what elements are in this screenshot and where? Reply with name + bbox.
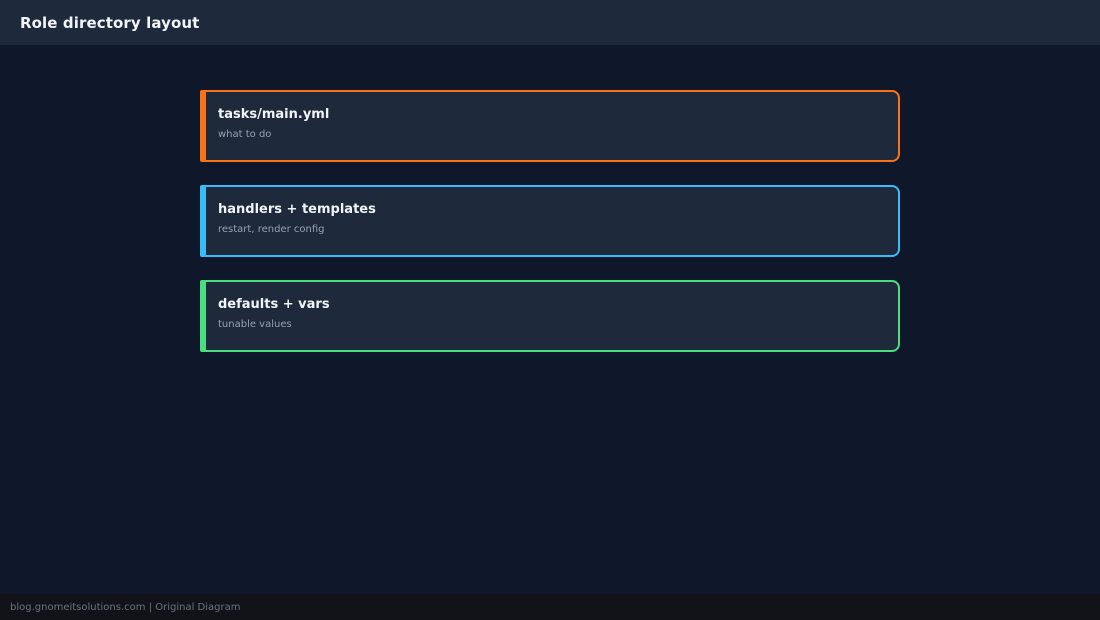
card-title: handlers + templates <box>218 202 376 217</box>
card-defaults-vars: defaults + vars tunable values <box>200 280 900 352</box>
header-bar: Role directory layout <box>0 0 1100 45</box>
page: Role directory layout tasks/main.yml wha… <box>0 0 1100 620</box>
card-description: what to do <box>218 129 272 140</box>
card-handlers-templates: handlers + templates restart, render con… <box>200 185 900 257</box>
card-title: defaults + vars <box>218 297 330 312</box>
card-title: tasks/main.yml <box>218 107 330 122</box>
card-description: tunable values <box>218 319 292 330</box>
page-title: Role directory layout <box>20 13 200 32</box>
card-description: restart, render config <box>218 224 325 235</box>
footer-credit: blog.gnomeitsolutions.com | Original Dia… <box>10 601 241 613</box>
role-directory-list: tasks/main.yml what to do handlers + tem… <box>200 90 900 375</box>
footer-bar: blog.gnomeitsolutions.com | Original Dia… <box>0 594 1100 620</box>
card-tasks: tasks/main.yml what to do <box>200 90 900 162</box>
